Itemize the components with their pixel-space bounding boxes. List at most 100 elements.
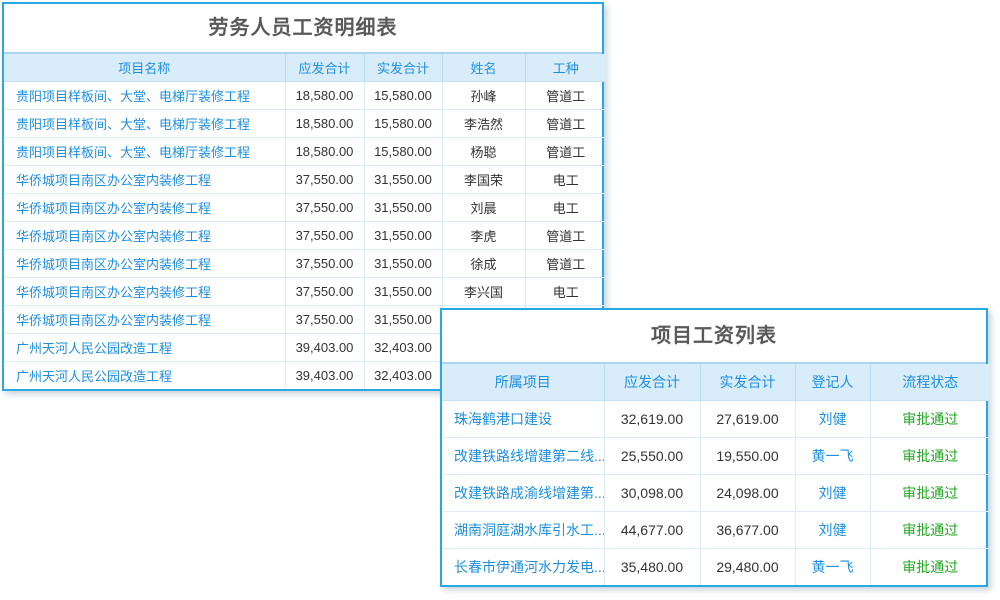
paid-total-cell: 27,619.00 <box>700 401 795 438</box>
registrant-link[interactable]: 刘健 <box>795 475 870 512</box>
col-header-parent-project: 所属项目 <box>442 364 604 401</box>
table-row: 华侨城项目南区办公室内装修工程 37,550.00 31,550.00 李虎 管… <box>4 222 606 250</box>
work-type-cell: 电工 <box>525 278 606 306</box>
payable-total-cell: 37,550.00 <box>285 166 364 194</box>
status-badge: 审批通过 <box>870 401 990 438</box>
status-badge: 审批通过 <box>870 512 990 549</box>
project-name-link[interactable]: 华侨城项目南区办公室内装修工程 <box>4 306 285 334</box>
col-header-payable-total: 应发合计 <box>604 364 700 401</box>
table-row: 湖南洞庭湖水库引水工... 44,677.00 36,677.00 刘健 审批通… <box>442 512 990 549</box>
work-type-cell: 电工 <box>525 166 606 194</box>
payable-total-cell: 18,580.00 <box>285 110 364 138</box>
project-salary-table-title: 项目工资列表 <box>442 310 986 364</box>
employee-name-cell: 李虎 <box>442 222 525 250</box>
project-name-link[interactable]: 华侨城项目南区办公室内装修工程 <box>4 278 285 306</box>
project-name-link[interactable]: 华侨城项目南区办公室内装修工程 <box>4 222 285 250</box>
project-name-link[interactable]: 贵阳项目样板间、大堂、电梯厅装修工程 <box>4 110 285 138</box>
col-header-payable-total: 应发合计 <box>285 54 364 82</box>
payable-total-cell: 25,550.00 <box>604 438 700 475</box>
project-name-link[interactable]: 华侨城项目南区办公室内装修工程 <box>4 194 285 222</box>
employee-name-cell: 孙峰 <box>442 82 525 110</box>
table-row: 贵阳项目样板间、大堂、电梯厅装修工程 18,580.00 15,580.00 孙… <box>4 82 606 110</box>
payable-total-cell: 35,480.00 <box>604 549 700 586</box>
status-badge: 审批通过 <box>870 475 990 512</box>
payable-total-cell: 32,619.00 <box>604 401 700 438</box>
project-name-link[interactable]: 华侨城项目南区办公室内装修工程 <box>4 250 285 278</box>
paid-total-cell: 31,550.00 <box>364 306 442 334</box>
table-row: 贵阳项目样板间、大堂、电梯厅装修工程 18,580.00 15,580.00 李… <box>4 110 606 138</box>
payable-total-cell: 30,098.00 <box>604 475 700 512</box>
payable-total-cell: 18,580.00 <box>285 138 364 166</box>
col-header-workflow-status: 流程状态 <box>870 364 990 401</box>
table-row: 改建铁路成渝线增建第... 30,098.00 24,098.00 刘健 审批通… <box>442 475 990 512</box>
paid-total-cell: 24,098.00 <box>700 475 795 512</box>
project-salary-header-row: 所属项目 应发合计 实发合计 登记人 流程状态 <box>442 364 990 401</box>
col-header-work-type: 工种 <box>525 54 606 82</box>
col-header-paid-total: 实发合计 <box>700 364 795 401</box>
paid-total-cell: 29,480.00 <box>700 549 795 586</box>
labor-salary-header-row: 项目名称 应发合计 实发合计 姓名 工种 <box>4 54 606 82</box>
employee-name-cell: 李国荣 <box>442 166 525 194</box>
paid-total-cell: 15,580.00 <box>364 82 442 110</box>
table-row: 改建铁路线增建第二线... 25,550.00 19,550.00 黄一飞 审批… <box>442 438 990 475</box>
col-header-project-name: 项目名称 <box>4 54 285 82</box>
project-name-link[interactable]: 湖南洞庭湖水库引水工... <box>442 512 604 549</box>
paid-total-cell: 32,403.00 <box>364 362 442 390</box>
table-row: 华侨城项目南区办公室内装修工程 37,550.00 31,550.00 刘晨 电… <box>4 194 606 222</box>
payable-total-cell: 39,403.00 <box>285 334 364 362</box>
project-name-link[interactable]: 长春市伊通河水力发电... <box>442 549 604 586</box>
project-name-link[interactable]: 华侨城项目南区办公室内装修工程 <box>4 166 285 194</box>
payable-total-cell: 44,677.00 <box>604 512 700 549</box>
employee-name-cell: 徐成 <box>442 250 525 278</box>
project-name-link[interactable]: 广州天河人民公园改造工程 <box>4 334 285 362</box>
payable-total-cell: 37,550.00 <box>285 278 364 306</box>
paid-total-cell: 36,677.00 <box>700 512 795 549</box>
paid-total-cell: 31,550.00 <box>364 194 442 222</box>
payable-total-cell: 37,550.00 <box>285 250 364 278</box>
project-name-link[interactable]: 贵阳项目样板间、大堂、电梯厅装修工程 <box>4 138 285 166</box>
status-badge: 审批通过 <box>870 549 990 586</box>
work-type-cell: 管道工 <box>525 222 606 250</box>
work-type-cell: 管道工 <box>525 250 606 278</box>
registrant-link[interactable]: 刘健 <box>795 512 870 549</box>
table-row: 长春市伊通河水力发电... 35,480.00 29,480.00 黄一飞 审批… <box>442 549 990 586</box>
project-salary-table: 所属项目 应发合计 实发合计 登记人 流程状态 珠海鹤港口建设 32,619.0… <box>442 364 990 585</box>
paid-total-cell: 32,403.00 <box>364 334 442 362</box>
work-type-cell: 电工 <box>525 194 606 222</box>
table-row: 华侨城项目南区办公室内装修工程 37,550.00 31,550.00 李兴国 … <box>4 278 606 306</box>
col-header-registrant: 登记人 <box>795 364 870 401</box>
work-type-cell: 管道工 <box>525 110 606 138</box>
paid-total-cell: 15,580.00 <box>364 138 442 166</box>
registrant-link[interactable]: 黄一飞 <box>795 549 870 586</box>
work-type-cell: 管道工 <box>525 82 606 110</box>
labor-salary-table-title: 劳务人员工资明细表 <box>4 4 602 54</box>
employee-name-cell: 李浩然 <box>442 110 525 138</box>
table-row: 贵阳项目样板间、大堂、电梯厅装修工程 18,580.00 15,580.00 杨… <box>4 138 606 166</box>
table-row: 华侨城项目南区办公室内装修工程 37,550.00 31,550.00 李国荣 … <box>4 166 606 194</box>
paid-total-cell: 15,580.00 <box>364 110 442 138</box>
paid-total-cell: 31,550.00 <box>364 278 442 306</box>
payable-total-cell: 39,403.00 <box>285 362 364 390</box>
payable-total-cell: 37,550.00 <box>285 222 364 250</box>
col-header-paid-total: 实发合计 <box>364 54 442 82</box>
payable-total-cell: 18,580.00 <box>285 82 364 110</box>
payable-total-cell: 37,550.00 <box>285 194 364 222</box>
payable-total-cell: 37,550.00 <box>285 306 364 334</box>
employee-name-cell: 刘晨 <box>442 194 525 222</box>
employee-name-cell: 李兴国 <box>442 278 525 306</box>
registrant-link[interactable]: 刘健 <box>795 401 870 438</box>
project-name-link[interactable]: 改建铁路线增建第二线... <box>442 438 604 475</box>
paid-total-cell: 19,550.00 <box>700 438 795 475</box>
work-type-cell: 管道工 <box>525 138 606 166</box>
paid-total-cell: 31,550.00 <box>364 250 442 278</box>
table-row: 华侨城项目南区办公室内装修工程 37,550.00 31,550.00 徐成 管… <box>4 250 606 278</box>
table-row: 珠海鹤港口建设 32,619.00 27,619.00 刘健 审批通过 <box>442 401 990 438</box>
employee-name-cell: 杨聪 <box>442 138 525 166</box>
project-name-link[interactable]: 广州天河人民公园改造工程 <box>4 362 285 390</box>
col-header-employee-name: 姓名 <box>442 54 525 82</box>
registrant-link[interactable]: 黄一飞 <box>795 438 870 475</box>
status-badge: 审批通过 <box>870 438 990 475</box>
project-name-link[interactable]: 珠海鹤港口建设 <box>442 401 604 438</box>
project-name-link[interactable]: 改建铁路成渝线增建第... <box>442 475 604 512</box>
project-name-link[interactable]: 贵阳项目样板间、大堂、电梯厅装修工程 <box>4 82 285 110</box>
